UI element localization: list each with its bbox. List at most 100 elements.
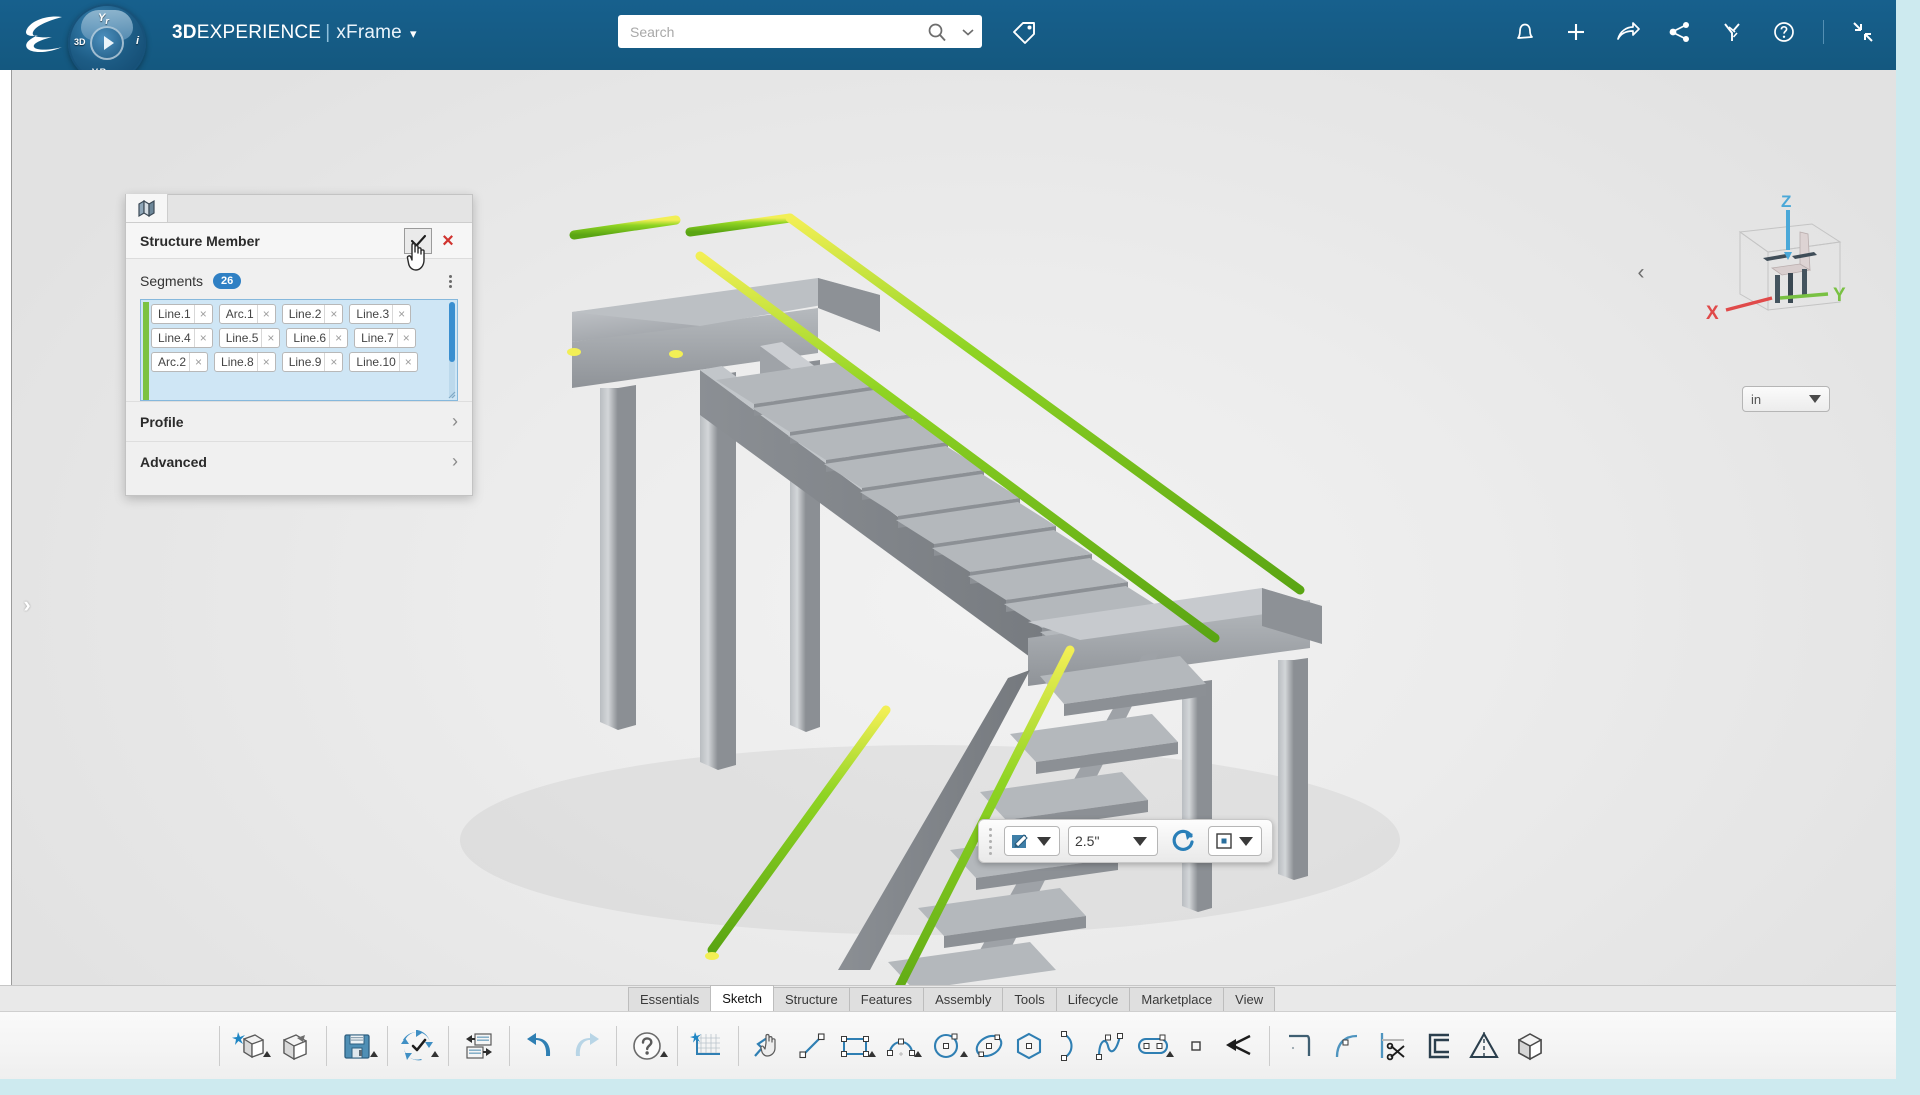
segment-remove-icon[interactable]: × (194, 329, 212, 347)
add-icon[interactable] (1563, 19, 1589, 45)
dropdown-arrow-icon[interactable] (660, 1051, 668, 1057)
dropdown-arrow-icon[interactable] (914, 1051, 922, 1057)
context-toolbar[interactable]: 2.5" (978, 819, 1273, 863)
tab-structure[interactable]: Structure (773, 987, 850, 1011)
cancel-button[interactable]: × (432, 228, 464, 254)
segment-remove-icon[interactable]: × (392, 305, 410, 323)
segment-chip[interactable]: Line.10× (349, 352, 417, 372)
save-icon[interactable] (334, 1019, 380, 1073)
segment-chip[interactable]: Line.1× (151, 304, 213, 324)
segment-remove-icon[interactable]: × (189, 353, 207, 371)
segment-remove-icon[interactable]: × (324, 353, 342, 371)
slot-icon[interactable] (1130, 1019, 1176, 1073)
ok-button[interactable] (404, 228, 432, 254)
segment-chip[interactable]: Line.4× (151, 328, 213, 348)
segment-chip[interactable]: Arc.2× (151, 352, 208, 372)
new-sketch-icon[interactable] (685, 1019, 731, 1073)
advanced-section[interactable]: Advanced › (126, 441, 472, 481)
notifications-icon[interactable] (1511, 19, 1537, 45)
tab-marketplace[interactable]: Marketplace (1129, 987, 1224, 1011)
compass-play-button[interactable] (90, 26, 124, 60)
dropdown-arrow-icon[interactable] (1166, 1051, 1174, 1057)
fillet-icon[interactable] (1323, 1019, 1369, 1073)
new-3d-part-icon[interactable] (227, 1019, 273, 1073)
search-options-chevron-icon[interactable] (954, 15, 982, 48)
search-bar[interactable] (618, 15, 982, 48)
trim-icon[interactable] (1369, 1019, 1415, 1073)
search-input[interactable] (618, 15, 920, 48)
segment-remove-icon[interactable]: × (257, 353, 275, 371)
project-3d-elements-icon[interactable] (1216, 1019, 1262, 1073)
reframe-icon[interactable] (1166, 825, 1200, 857)
segment-chip[interactable]: Line.6× (286, 328, 348, 348)
profile-section[interactable]: Profile › (126, 401, 472, 441)
update-icon[interactable] (395, 1019, 441, 1073)
circle-icon[interactable] (924, 1019, 970, 1073)
segment-remove-icon[interactable]: × (194, 305, 212, 323)
dropdown-arrow-icon[interactable] (263, 1051, 271, 1057)
collaboration-icon[interactable] (1719, 19, 1745, 45)
conic-icon[interactable] (1050, 1019, 1090, 1073)
segment-chip[interactable]: Line.7× (354, 328, 416, 348)
hexagon-icon[interactable] (1010, 1019, 1050, 1073)
rectangle-icon[interactable] (832, 1019, 878, 1073)
redo-icon[interactable] (563, 1019, 609, 1073)
offset-icon[interactable] (1415, 1019, 1461, 1073)
tag-icon[interactable] (1010, 18, 1038, 46)
segment-remove-icon[interactable]: × (329, 329, 347, 347)
view-orientation-cube[interactable]: Z X Y (1700, 190, 1870, 330)
network-share-icon[interactable] (1667, 19, 1693, 45)
search-icon[interactable] (920, 15, 954, 48)
dropdown-arrow-icon[interactable] (431, 1051, 439, 1057)
segment-chip[interactable]: Line.3× (349, 304, 411, 324)
brand-title[interactable]: 3DEXPERIENCE|xFrame▾ (172, 22, 417, 44)
ellipse-icon[interactable] (970, 1019, 1010, 1073)
dropdown-arrow-icon[interactable] (960, 1051, 968, 1057)
tab-assembly[interactable]: Assembly (923, 987, 1003, 1011)
toolbar-grip-icon[interactable] (989, 828, 996, 855)
import-export-icon[interactable] (456, 1019, 502, 1073)
3d-viewport[interactable]: › ‹ (0, 70, 1896, 985)
sketch-edit-button[interactable] (1004, 826, 1060, 856)
tab-view[interactable]: View (1223, 987, 1275, 1011)
tab-essentials[interactable]: Essentials (628, 987, 711, 1011)
selection-mode-button[interactable] (1208, 826, 1262, 856)
segment-chip[interactable]: Line.5× (219, 328, 281, 348)
share-arrow-icon[interactable] (1615, 19, 1641, 45)
mirror-icon[interactable] (1461, 1019, 1507, 1073)
segment-remove-icon[interactable]: × (397, 329, 415, 347)
tab-tools[interactable]: Tools (1002, 987, 1056, 1011)
tab-sketch[interactable]: Sketch (710, 985, 774, 1011)
segment-remove-icon[interactable]: × (257, 305, 275, 323)
collapse-icon[interactable] (1850, 19, 1876, 45)
help-icon[interactable] (1771, 19, 1797, 45)
segment-chip[interactable]: Line.9× (282, 352, 344, 372)
structure-member-dialog[interactable]: Structure Member × Segments 26 (125, 194, 473, 496)
units-dropdown[interactable]: in (1742, 386, 1830, 412)
tab-features[interactable]: Features (849, 987, 924, 1011)
segment-remove-icon[interactable]: × (324, 305, 342, 323)
segments-list[interactable]: Line.1× Arc.1× Line.2×Line.3× Line.4× Line.5… (140, 299, 458, 401)
help-circle-icon[interactable] (624, 1019, 670, 1073)
point-icon[interactable] (1176, 1019, 1216, 1073)
segment-remove-icon[interactable]: × (399, 353, 417, 371)
pad-icon[interactable] (1507, 1019, 1553, 1073)
dassault-systemes-logo[interactable] (18, 12, 74, 56)
undo-icon[interactable] (517, 1019, 563, 1073)
tab-lifecycle[interactable]: Lifecycle (1056, 987, 1131, 1011)
segment-chip[interactable]: Arc.1× (219, 304, 276, 324)
arc-icon[interactable] (878, 1019, 924, 1073)
profile-tool-icon[interactable] (746, 1019, 792, 1073)
spline-icon[interactable] (1090, 1019, 1130, 1073)
dropdown-arrow-icon[interactable] (370, 1051, 378, 1057)
app-switcher-chevron-icon[interactable]: ▾ (410, 26, 417, 42)
workbench-tabbar[interactable]: EssentialsSketchStructureFeaturesAssembl… (0, 985, 1896, 1011)
segment-remove-icon[interactable]: × (261, 329, 279, 347)
corner-icon[interactable] (1277, 1019, 1323, 1073)
thickness-value-dropdown[interactable]: 2.5" (1068, 826, 1158, 856)
segments-more-icon[interactable] (442, 270, 458, 292)
line-icon[interactable] (792, 1019, 832, 1073)
action-bar[interactable]: ▾ (0, 1011, 1896, 1079)
segment-chip[interactable]: Line.2× (282, 304, 344, 324)
structure-member-icon[interactable] (126, 194, 168, 222)
